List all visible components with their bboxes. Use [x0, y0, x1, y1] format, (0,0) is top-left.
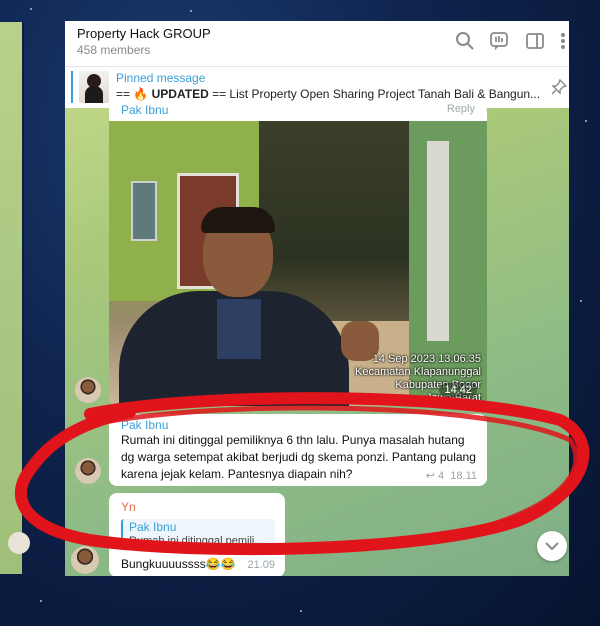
reply-arrow-icon: ↩ — [425, 470, 439, 482]
group-name[interactable]: Property Hack GROUP — [77, 26, 211, 41]
message-time: 18.11 — [450, 470, 477, 482]
member-count: 458 members — [77, 43, 151, 57]
telegram-chat-window: Property Hack GROUP 458 members Pinned m… — [65, 21, 569, 576]
replies-count: 4 — [438, 470, 445, 482]
message-time: 21.09 — [247, 559, 275, 571]
quote-sender: Pak Ibnu — [129, 520, 177, 534]
reply-link[interactable]: Reply — [447, 103, 475, 115]
message-time: 14.42 — [439, 383, 477, 397]
star — [190, 10, 192, 12]
reply-message[interactable]: Yn Pak Ibnu Rumah ini ditinggal pemili..… — [109, 493, 285, 576]
pinned-thumbnail — [79, 71, 109, 103]
star — [300, 610, 302, 612]
avatar[interactable] — [75, 458, 101, 484]
background-window-strip — [0, 22, 30, 574]
pinned-text: == 🔥 UPDATED == List Property Open Shari… — [116, 87, 541, 101]
pinned-message-bar[interactable]: Pinned message == 🔥 UPDATED == List Prop… — [65, 66, 569, 108]
house-window — [131, 181, 157, 241]
person-hair — [201, 207, 275, 233]
pinned-label: Pinned message — [116, 71, 206, 85]
pin-icon[interactable] — [551, 78, 568, 95]
poll-icon[interactable] — [489, 31, 511, 53]
avatar — [8, 532, 30, 554]
star — [585, 120, 587, 122]
quote-text: Rumah ini ditinggal pemili... — [129, 535, 264, 547]
photo-timestamp-overlay: 14 Sep 2023 13.06.35 Kecamatan Klapanung… — [355, 353, 481, 404]
chevron-down-icon — [545, 542, 559, 551]
pillar — [427, 141, 449, 341]
message-photo[interactable]: 14 Sep 2023 13.06.35 Kecamatan Klapanung… — [109, 121, 487, 406]
quoted-message[interactable]: Pak Ibnu Rumah ini ditinggal pemili... — [121, 519, 275, 549]
photo-message[interactable]: Pak Ibnu Reply 14 Sep 2023 13.06.35 Keca… — [109, 103, 487, 406]
chat-header: Property Hack GROUP 458 members — [65, 21, 569, 66]
person-shirt — [217, 299, 261, 359]
avatar[interactable] — [75, 377, 101, 403]
avatar[interactable] — [71, 546, 99, 574]
message-sender[interactable]: Yn — [121, 500, 136, 514]
text-message[interactable]: Pak Ibnu Rumah ini ditinggal pemiliknya … — [109, 414, 487, 486]
more-vertical-icon[interactable] — [559, 31, 569, 53]
sidebar-icon[interactable] — [525, 31, 547, 53]
message-meta[interactable]: ↩ 4 18.11 — [426, 469, 477, 482]
pinned-indicator — [71, 71, 73, 103]
star — [40, 600, 42, 602]
message-text: Bungkuuuussss😂😂 — [121, 557, 236, 571]
scroll-down-button[interactable] — [537, 531, 567, 561]
star — [580, 300, 582, 302]
star — [30, 8, 32, 10]
search-icon[interactable] — [455, 31, 477, 53]
message-sender[interactable]: Pak Ibnu — [121, 103, 168, 117]
message-sender[interactable]: Pak Ibnu — [121, 418, 168, 432]
